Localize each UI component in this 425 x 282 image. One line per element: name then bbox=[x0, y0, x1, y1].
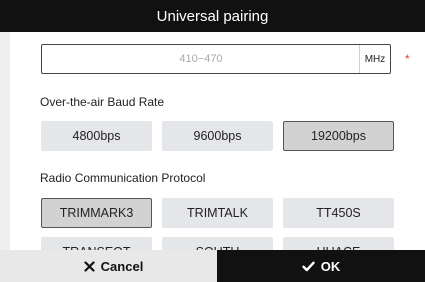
dialog-title-bar: Universal pairing bbox=[0, 0, 425, 32]
ok-label: OK bbox=[320, 258, 341, 274]
protocol-label: Radio Communication Protocol bbox=[40, 171, 206, 185]
close-icon bbox=[84, 260, 95, 272]
baud-option-9600[interactable]: 9600bps bbox=[162, 121, 273, 151]
check-icon bbox=[302, 261, 315, 272]
required-marker: * bbox=[405, 52, 410, 66]
protocol-option-transeot[interactable]: TRANSEOT bbox=[41, 237, 152, 250]
left-edge-strip bbox=[0, 32, 10, 250]
protocol-option-tt450s[interactable]: TT450S bbox=[283, 198, 394, 228]
frequency-input[interactable]: 410−470 MHz bbox=[41, 44, 391, 74]
protocol-option-south[interactable]: SOUTH bbox=[162, 237, 273, 250]
baud-option-4800[interactable]: 4800bps bbox=[41, 121, 152, 151]
ok-button[interactable]: OK bbox=[217, 250, 425, 282]
protocol-option-trimtalk[interactable]: TRIMTALK bbox=[162, 198, 273, 228]
protocol-option-trimmark3[interactable]: TRIMMARK3 bbox=[41, 198, 152, 228]
frequency-placeholder[interactable]: 410−470 bbox=[42, 45, 360, 73]
frequency-unit: MHz bbox=[364, 53, 386, 65]
dialog-content[interactable]: 410−470 MHz * Over-the-air Baud Rate 480… bbox=[10, 32, 425, 250]
cancel-button[interactable]: Cancel bbox=[10, 250, 217, 282]
cancel-label: Cancel bbox=[100, 258, 144, 274]
dialog-title: Universal pairing bbox=[156, 7, 269, 25]
protocol-option-huace[interactable]: HUACE bbox=[283, 237, 394, 250]
footer-left-pad bbox=[0, 250, 10, 282]
baud-option-19200[interactable]: 19200bps bbox=[283, 121, 394, 151]
baud-rate-label: Over-the-air Baud Rate bbox=[40, 95, 165, 109]
